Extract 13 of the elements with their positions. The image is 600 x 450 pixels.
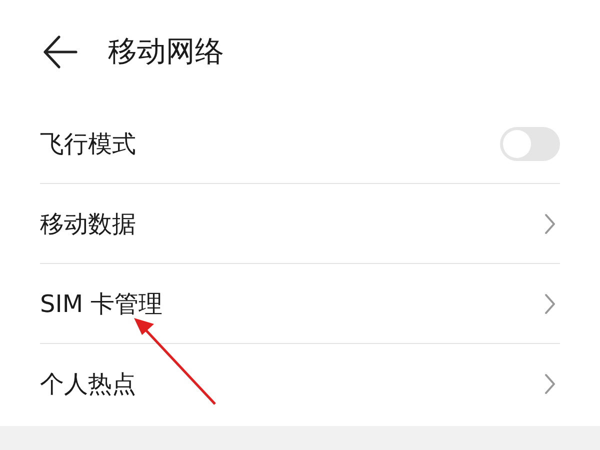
setting-label: 飞行模式: [40, 128, 136, 160]
chevron-icon: [544, 292, 556, 314]
chevron-icon: [544, 373, 556, 395]
settings-row[interactable]: 移动数据: [40, 184, 560, 264]
setting-label: SIM 卡管理: [40, 288, 163, 320]
setting-label: 个人热点: [40, 369, 136, 400]
settings-row[interactable]: 个人热点: [40, 344, 560, 424]
back-icon[interactable]: [42, 34, 78, 70]
toggle-switch[interactable]: [500, 126, 560, 160]
chevron-icon: [544, 212, 556, 234]
page-title: 移动网络: [108, 33, 224, 70]
setting-label: 移动数据: [40, 208, 136, 240]
settings-row[interactable]: 飞行模式: [40, 104, 560, 184]
